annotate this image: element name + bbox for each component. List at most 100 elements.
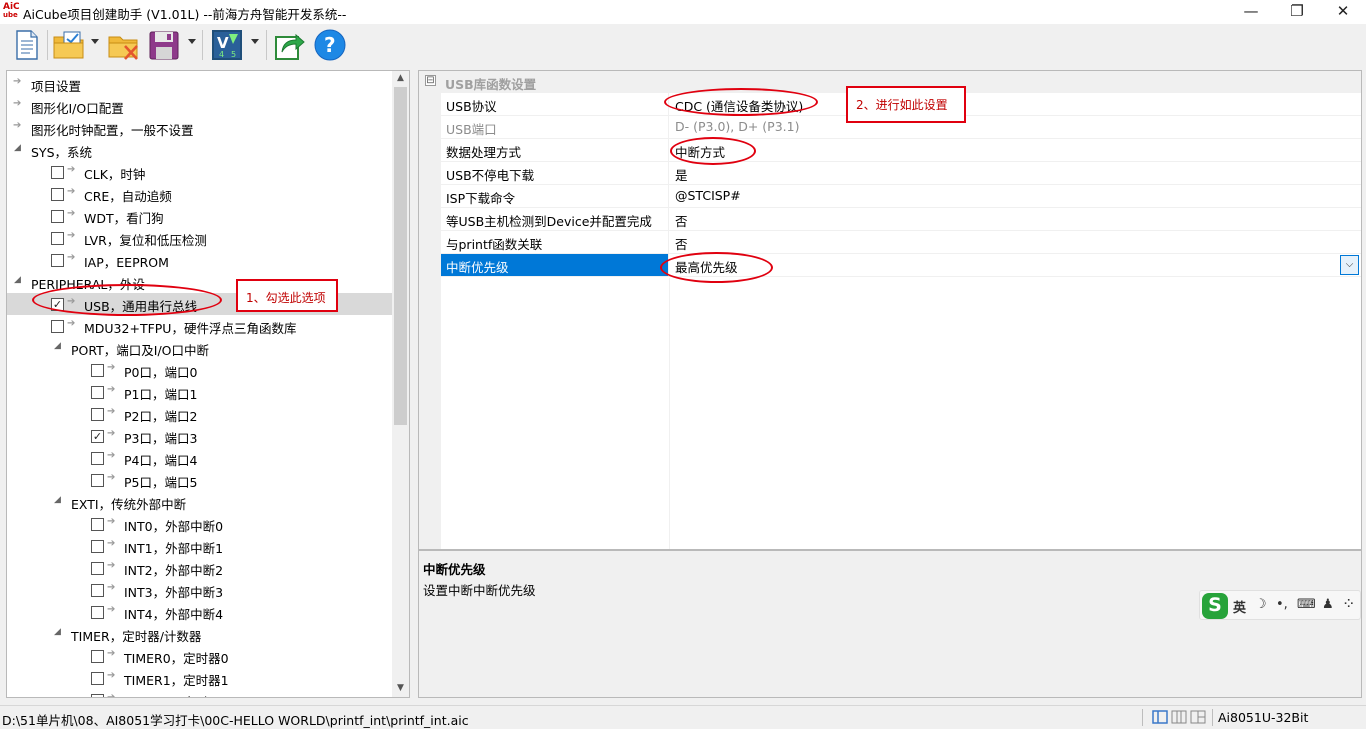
tree-item[interactable]: ◢ SYS，系统 bbox=[7, 139, 393, 161]
checkbox[interactable] bbox=[51, 210, 64, 223]
checkbox[interactable] bbox=[91, 584, 104, 597]
tree-item[interactable]: ➔ 图形化时钟配置，一般不设置 bbox=[7, 117, 393, 139]
property-name[interactable]: USB协议 bbox=[441, 93, 669, 115]
tree-item[interactable]: ➔ TIMER1，定时器1 bbox=[7, 667, 393, 689]
ime-toolbar[interactable]: S 英 ☽ •, ⌨ ♟ ⁘ bbox=[1199, 590, 1361, 620]
tree-item[interactable]: ✓ ➔ P3口，端口3 bbox=[7, 425, 393, 447]
tree-item[interactable]: ➔ WDT，看门狗 bbox=[7, 205, 393, 227]
checkbox[interactable] bbox=[91, 540, 104, 553]
keyboard-icon[interactable]: ⌨ bbox=[1297, 597, 1316, 612]
property-value[interactable]: 否 bbox=[670, 231, 1340, 253]
punctuation-icon[interactable]: •, bbox=[1276, 597, 1288, 612]
tree-item[interactable]: ➔ IAP，EEPROM bbox=[7, 249, 393, 271]
property-row[interactable]: 等USB主机检测到Device并配置完成否 bbox=[441, 208, 1361, 231]
checkbox[interactable] bbox=[51, 166, 64, 179]
property-name[interactable]: ISP下载命令 bbox=[441, 185, 669, 207]
expanded-icon[interactable]: ◢ bbox=[54, 627, 64, 639]
tree-item[interactable]: ➔ INT2，外部中断2 bbox=[7, 557, 393, 579]
keil-dropdown-arrow[interactable] bbox=[251, 39, 259, 44]
tree-item[interactable]: ◢ EXTI，传统外部中断 bbox=[7, 491, 393, 513]
tree-item[interactable]: ◢ TIMER，定时器/计数器 bbox=[7, 623, 393, 645]
tree-item[interactable]: ➔ TIMER2，定时器2 bbox=[7, 689, 393, 697]
checkbox[interactable] bbox=[51, 254, 64, 267]
collapse-icon[interactable]: ⊟ bbox=[425, 75, 436, 86]
checkbox[interactable] bbox=[91, 562, 104, 575]
property-row[interactable]: ISP下载命令 @STCISP# bbox=[441, 185, 1361, 208]
minimize-button[interactable]: — bbox=[1228, 0, 1274, 24]
property-value[interactable]: 是 bbox=[670, 162, 1340, 184]
tree-item[interactable]: ➔ INT3，外部中断3 bbox=[7, 579, 393, 601]
scroll-up-icon[interactable]: ▲ bbox=[395, 73, 406, 85]
new-project-button[interactable] bbox=[12, 28, 42, 62]
moon-icon[interactable]: ☽ bbox=[1255, 597, 1267, 612]
tree-item[interactable]: ➔ MDU32+TFPU，硬件浮点三角函数库 bbox=[7, 315, 393, 337]
scroll-down-icon[interactable]: ▼ bbox=[395, 683, 406, 695]
ime-language-toggle[interactable]: 英 bbox=[1233, 597, 1246, 616]
priority-dropdown-button[interactable]: ⌵ bbox=[1340, 255, 1359, 275]
property-name[interactable]: USB端口 bbox=[441, 116, 669, 138]
tree-item[interactable]: ➔ 图形化I/O口配置 bbox=[7, 95, 393, 117]
checkbox[interactable] bbox=[91, 606, 104, 619]
keil-version-button[interactable]: V 4 5 bbox=[210, 28, 244, 62]
toolbox-icon[interactable]: ⁘ bbox=[1342, 594, 1355, 613]
property-value[interactable]: D- (P3.0), D+ (P3.1) bbox=[670, 116, 1340, 138]
property-row[interactable]: USB不停电下载是 bbox=[441, 162, 1361, 185]
expanded-icon[interactable]: ◢ bbox=[54, 495, 64, 507]
tree-item[interactable]: ➔ INT0，外部中断0 bbox=[7, 513, 393, 535]
tree-item[interactable]: ➔ P0口，端口0 bbox=[7, 359, 393, 381]
checkbox[interactable] bbox=[91, 672, 104, 685]
export-button[interactable] bbox=[273, 28, 307, 62]
tree-item[interactable]: ◢ PORT，端口及I/O口中断 bbox=[7, 337, 393, 359]
help-button[interactable]: ? bbox=[313, 28, 347, 62]
expanded-icon[interactable]: ◢ bbox=[54, 341, 64, 353]
close-button[interactable]: ✕ bbox=[1320, 0, 1366, 24]
checkbox[interactable] bbox=[91, 408, 104, 421]
checkbox[interactable] bbox=[91, 386, 104, 399]
open-dropdown-arrow[interactable] bbox=[91, 39, 99, 44]
save-project-button[interactable] bbox=[147, 28, 181, 62]
close-project-button[interactable] bbox=[107, 28, 141, 62]
property-row[interactable]: 中断优先级 最高优先级 bbox=[441, 254, 1361, 277]
tree-item[interactable]: ➔ 项目设置 bbox=[7, 73, 393, 95]
checkbox[interactable] bbox=[51, 320, 64, 333]
tree-item[interactable]: ➔ CRE，自动追频 bbox=[7, 183, 393, 205]
checkbox[interactable] bbox=[51, 232, 64, 245]
peripheral-tree[interactable]: ➔ 项目设置 ➔ 图形化I/O口配置 ➔ 图形化时钟配置，一般不设置 ◢ SYS，系统 ➔ CLK… bbox=[6, 70, 410, 698]
save-dropdown-arrow[interactable] bbox=[188, 39, 196, 44]
checkbox-checked[interactable]: ✓ bbox=[91, 430, 104, 443]
tree-item[interactable]: ➔ CLK，时钟 bbox=[7, 161, 393, 183]
checkbox[interactable] bbox=[91, 364, 104, 377]
open-project-button[interactable] bbox=[52, 28, 86, 62]
sogou-logo-icon[interactable]: S bbox=[1202, 593, 1228, 619]
user-icon[interactable]: ♟ bbox=[1322, 597, 1334, 612]
checkbox[interactable] bbox=[91, 650, 104, 663]
property-name[interactable]: 中断优先级 bbox=[441, 254, 669, 276]
tree-item[interactable]: ➔ LVR，复位和低压检测 bbox=[7, 227, 393, 249]
checkbox[interactable] bbox=[91, 518, 104, 531]
checkbox[interactable] bbox=[91, 474, 104, 487]
checkbox[interactable] bbox=[91, 452, 104, 465]
tree-item[interactable]: ➔ INT1，外部中断1 bbox=[7, 535, 393, 557]
tree-item[interactable]: ➔ TIMER0，定时器0 bbox=[7, 645, 393, 667]
property-value[interactable]: 中断方式 bbox=[670, 139, 1340, 161]
layout-toggle-icon[interactable] bbox=[1152, 710, 1206, 725]
checkbox[interactable] bbox=[91, 694, 104, 697]
property-name[interactable]: USB不停电下载 bbox=[441, 162, 669, 184]
property-value[interactable]: @STCISP# bbox=[670, 185, 1340, 207]
checkbox[interactable] bbox=[51, 188, 64, 201]
tree-item[interactable]: ➔ P4口，端口4 bbox=[7, 447, 393, 469]
tree-item[interactable]: ➔ P5口，端口5 bbox=[7, 469, 393, 491]
tree-scrollbar[interactable]: ▲ ▼ bbox=[392, 71, 409, 697]
property-row[interactable]: 数据处理方式 中断方式 bbox=[441, 139, 1361, 162]
restore-button[interactable]: ❐ bbox=[1274, 0, 1320, 24]
tree-item[interactable]: ➔ P1口，端口1 bbox=[7, 381, 393, 403]
expanded-icon[interactable]: ◢ bbox=[14, 143, 24, 155]
property-name[interactable]: 与printf函数关联 bbox=[441, 231, 669, 253]
tree-item[interactable]: ➔ INT4，外部中断4 bbox=[7, 601, 393, 623]
property-name[interactable]: 数据处理方式 bbox=[441, 139, 669, 161]
tree-item[interactable]: ➔ P2口，端口2 bbox=[7, 403, 393, 425]
property-name[interactable]: 等USB主机检测到Device并配置完成 bbox=[441, 208, 669, 230]
property-row[interactable]: 与printf函数关联否 bbox=[441, 231, 1361, 254]
scroll-thumb[interactable] bbox=[394, 87, 407, 425]
property-value[interactable]: 否 bbox=[670, 208, 1340, 230]
